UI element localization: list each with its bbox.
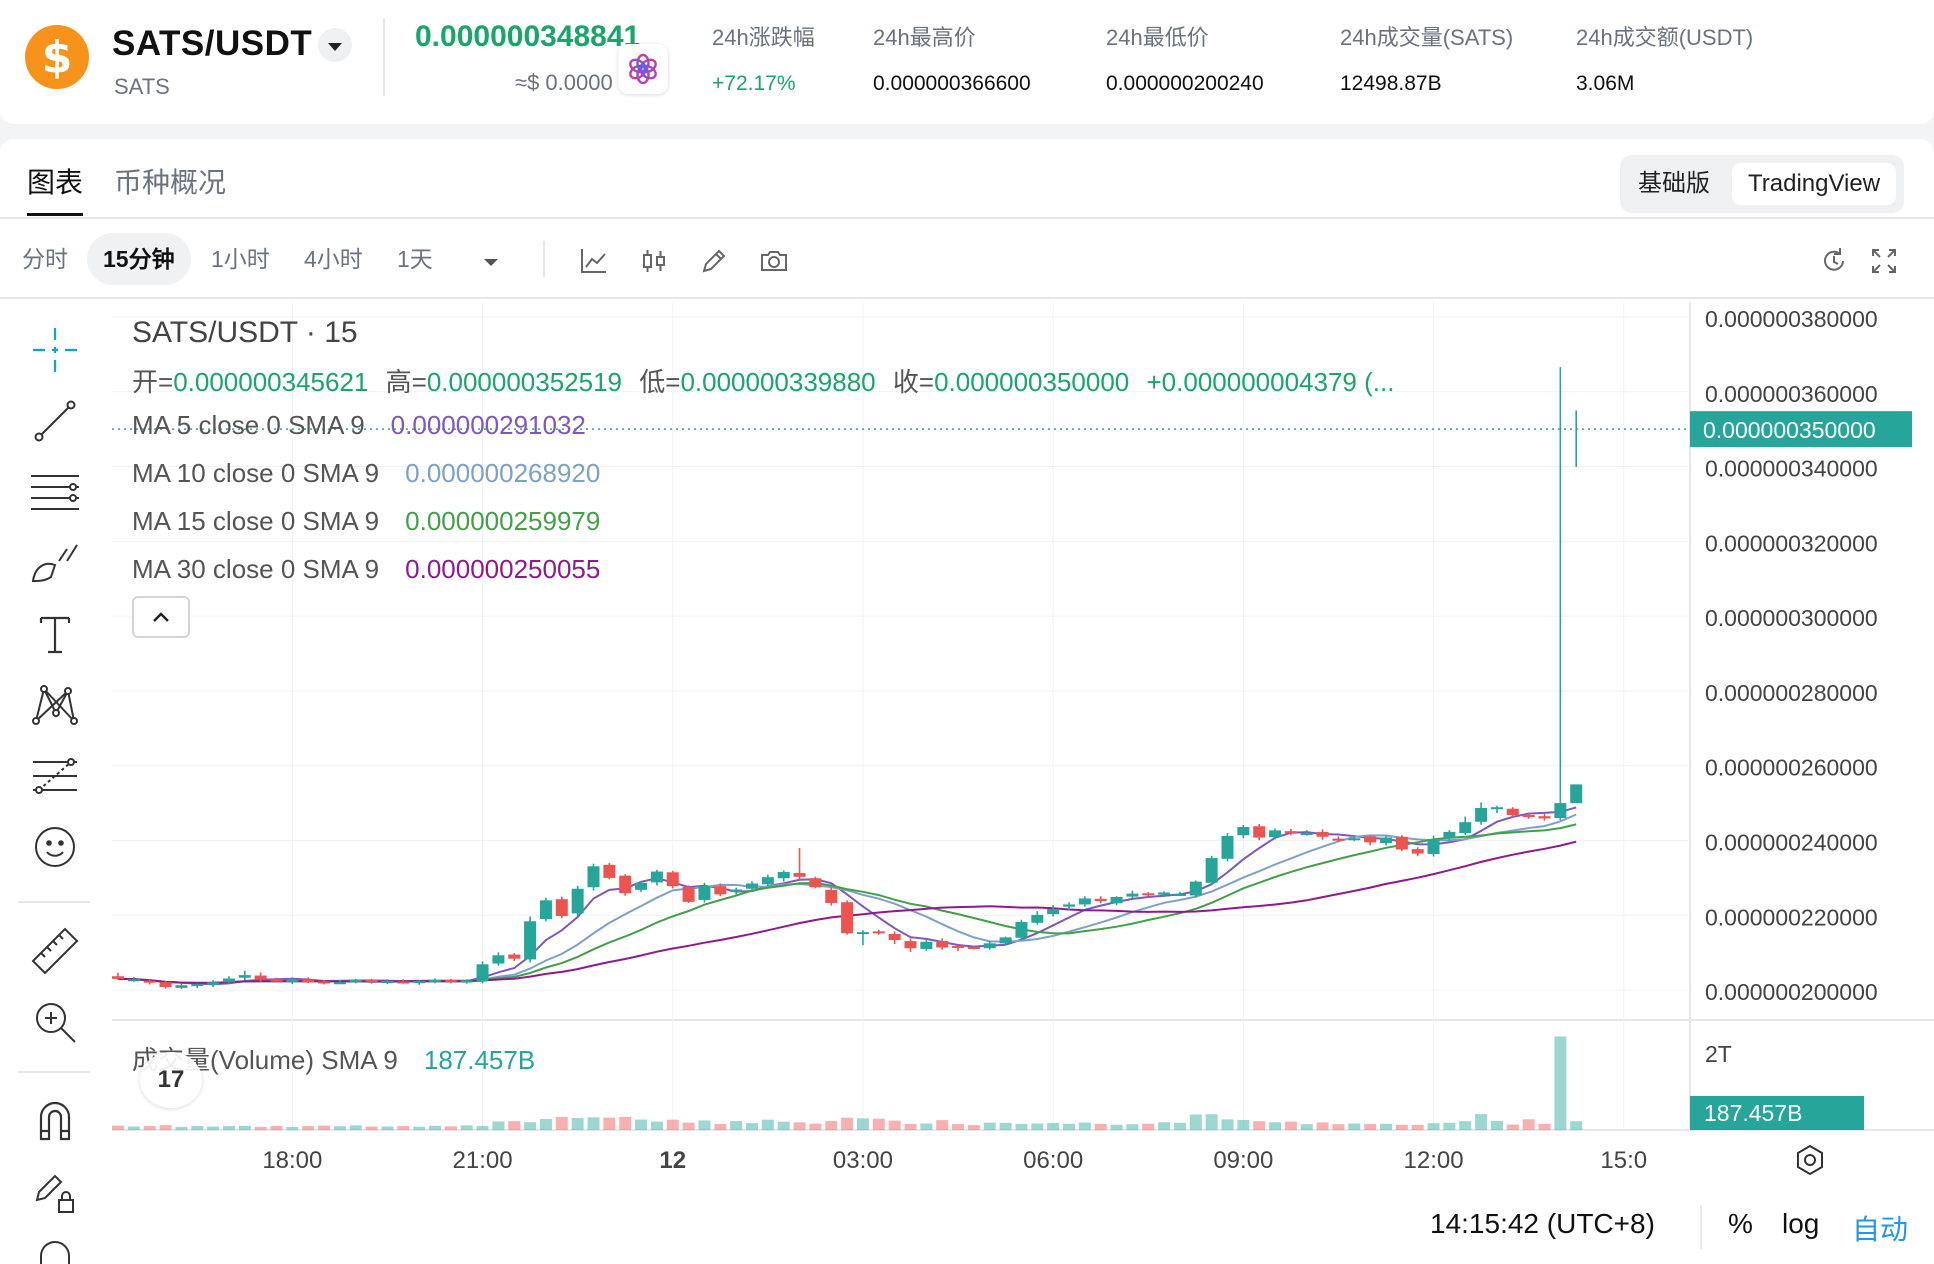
open-label: 开= — [132, 367, 174, 397]
chart-mode-toggle: 基础版 TradingView — [1620, 155, 1904, 213]
ma-label: MA 15 close 0 SMA 9 — [132, 506, 380, 536]
stat-label: 24h最低价 — [1106, 25, 1209, 50]
lock-drawing-icon[interactable] — [26, 1163, 84, 1221]
stat-label: 24h成交额(USDT) — [1576, 25, 1754, 50]
stat-label: 24h成交量(SATS) — [1340, 25, 1514, 50]
divider — [18, 901, 90, 903]
usd-approx-price: ≈$ 0.0000 — [515, 70, 613, 95]
log-scale-button[interactable]: log — [1782, 1208, 1819, 1240]
base-asset: SATS — [114, 74, 170, 99]
ma-value: 0.000000291032 — [390, 410, 586, 440]
stat-24h-turnover: 24h成交额(USDT) 3.06M — [1576, 20, 1753, 96]
timeframe-button[interactable]: 4小时 — [288, 233, 379, 285]
chevron-down-icon[interactable] — [475, 247, 507, 279]
timeframe-button[interactable]: 分时 — [6, 233, 84, 285]
refresh-icon[interactable] — [1818, 245, 1850, 277]
ma-legend-row[interactable]: MA 5 close 0 SMA 9 0.000000291032 — [132, 410, 586, 441]
divider — [543, 241, 545, 277]
ruler-icon[interactable] — [26, 922, 84, 980]
ai-assistant-icon[interactable] — [618, 44, 668, 94]
stat-24h-low: 24h最低价 0.000000200240 — [1106, 20, 1264, 96]
panel-tabs: 图表 币种概况 基础版 TradingView — [0, 139, 1934, 219]
tab-chart[interactable]: 图表 — [27, 161, 84, 216]
camera-icon[interactable] — [758, 245, 790, 277]
ticker-header: $ SATS/USDT SATS 0.000000348841 ≈$ 0.000… — [0, 0, 1934, 124]
pencil-icon[interactable] — [698, 245, 730, 277]
stat-label: 24h涨跌幅 — [712, 25, 815, 50]
mode-tradingview-button[interactable]: TradingView — [1732, 163, 1897, 205]
timeframe-button[interactable]: 1天 — [381, 233, 449, 285]
indicators-icon[interactable] — [578, 245, 610, 277]
mode-basic-button[interactable]: 基础版 — [1622, 163, 1726, 205]
chart-settings-icon[interactable] — [1792, 1142, 1828, 1178]
chart-toolbar: 分时 15分钟 1小时 4小时 1天 — [0, 221, 1934, 299]
ma-value: 0.000000268920 — [405, 458, 601, 488]
crosshair-icon[interactable] — [26, 321, 84, 379]
stat-24h-high: 24h最高价 0.000000366600 — [873, 20, 1031, 96]
last-price: 0.000000348841 — [415, 20, 641, 53]
stat-value: 12498.87B — [1340, 72, 1442, 95]
divider — [18, 1071, 90, 1073]
timeframe-button[interactable]: 1小时 — [195, 233, 286, 285]
horizontal-lines-icon[interactable] — [26, 463, 84, 521]
tab-overview[interactable]: 币种概况 — [114, 161, 226, 201]
high-label: 高= — [385, 367, 427, 397]
stat-value: 3.06M — [1576, 72, 1635, 95]
stat-24h-change: 24h涨跌幅 +72.17% — [712, 20, 815, 96]
chart-clock: 14:15:42 (UTC+8) — [1430, 1208, 1655, 1239]
close-label: 收= — [892, 367, 935, 397]
change-value: +0.000000004379 (... — [1146, 367, 1395, 397]
divider — [1700, 1205, 1702, 1249]
stat-24h-volume: 24h成交量(SATS) 12498.87B — [1340, 20, 1513, 96]
pair-title[interactable]: SATS/USDT — [112, 24, 312, 64]
ma-legend-row[interactable]: MA 30 close 0 SMA 9 0.000000250055 — [132, 554, 600, 585]
stat-value: 0.000000200240 — [1106, 72, 1264, 95]
chart-panel: 图表 币种概况 基础版 TradingView 分时 15分钟 1小时 4小时 … — [0, 139, 1934, 1264]
ma-label: MA 5 close 0 SMA 9 — [132, 410, 365, 440]
ma-legend-row[interactable]: MA 10 close 0 SMA 9 0.000000268920 — [132, 458, 600, 489]
open-value: 0.000000345621 — [173, 367, 369, 397]
pair-dropdown-button[interactable] — [318, 28, 352, 62]
ma-legend-row[interactable]: MA 15 close 0 SMA 9 0.000000259979 — [132, 506, 600, 537]
ohlc-legend: 开=0.000000345621 高=0.000000352519 低=0.00… — [132, 362, 1394, 399]
candle-type-icon[interactable] — [638, 245, 670, 277]
fullscreen-icon[interactable] — [1868, 245, 1900, 277]
ma-value: 0.000000250055 — [405, 554, 601, 584]
magnet-icon[interactable] — [26, 1092, 84, 1150]
zoom-in-icon[interactable] — [26, 993, 84, 1051]
high-value: 0.000000352519 — [426, 367, 623, 397]
brush-icon[interactable] — [26, 534, 84, 592]
divider — [383, 18, 385, 96]
stat-label: 24h最高价 — [873, 25, 976, 50]
drawing-tools-sidebar — [0, 301, 110, 1264]
event-badge[interactable]: 17 — [140, 1052, 202, 1108]
emoji-icon[interactable] — [26, 818, 84, 876]
ma-label: MA 30 close 0 SMA 9 — [132, 554, 380, 584]
chevron-up-icon — [153, 612, 169, 622]
more-tools-icon[interactable] — [26, 1234, 84, 1264]
text-tool-icon[interactable] — [26, 605, 84, 663]
coin-logo: $ — [25, 25, 89, 89]
timeframe-button-selected[interactable]: 15分钟 — [87, 233, 191, 285]
low-label: 低= — [639, 367, 681, 397]
collapse-legend-button[interactable] — [132, 596, 190, 638]
stat-value: +72.17% — [712, 72, 796, 95]
pattern-tool-icon[interactable] — [26, 676, 84, 734]
low-value: 0.000000339880 — [680, 367, 876, 397]
percent-scale-button[interactable]: % — [1728, 1208, 1753, 1240]
trend-line-icon[interactable] — [26, 392, 84, 450]
auto-scale-button[interactable]: 自动 — [1852, 1208, 1908, 1248]
ma-value: 0.000000259979 — [405, 506, 601, 536]
stat-value: 0.000000366600 — [873, 72, 1031, 95]
chart-symbol-title: SATS/USDT · 15 — [132, 316, 358, 349]
ai-flower-icon — [629, 53, 657, 85]
close-value: 0.000000350000 — [934, 367, 1130, 397]
ma-label: MA 10 close 0 SMA 9 — [132, 458, 380, 488]
volume-value: 187.457B — [423, 1045, 536, 1075]
fib-tool-icon[interactable] — [26, 747, 84, 805]
